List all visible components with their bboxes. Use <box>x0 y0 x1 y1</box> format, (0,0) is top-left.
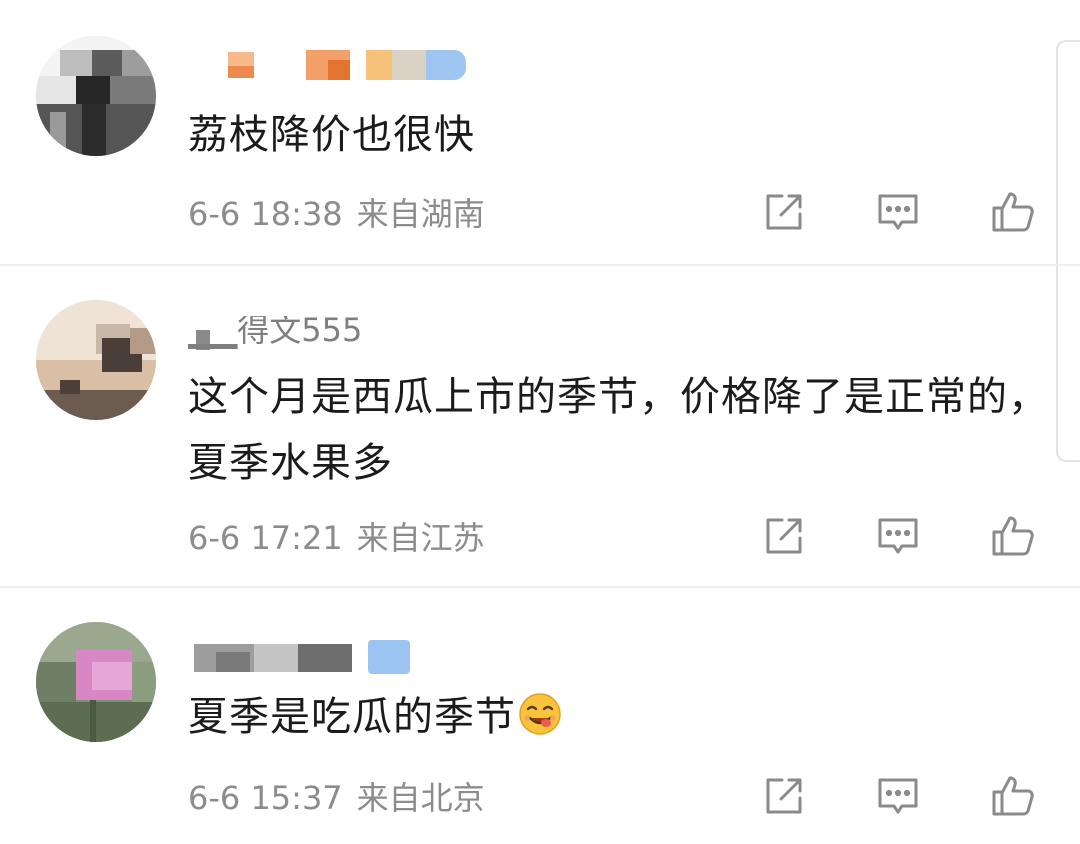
comment-time: 6-6 18:38 <box>188 195 343 233</box>
avatar[interactable] <box>36 300 156 420</box>
comment-actions <box>760 772 1050 822</box>
comment-location: 来自北京 <box>356 779 485 817</box>
avatar[interactable] <box>36 622 156 742</box>
comment-meta: 6-6 17:21 来自江苏 <box>188 518 485 558</box>
comment-time: 6-6 15:37 <box>188 779 343 817</box>
comment-icon[interactable] <box>874 772 922 820</box>
like-icon[interactable] <box>988 512 1036 560</box>
comment-location: 来自江苏 <box>356 519 485 557</box>
comment-item: ▁▁得文555 这个月是西瓜上市的季节，价格降了是正常的，夏季水果多 6-6 1… <box>0 266 1080 586</box>
like-icon[interactable] <box>988 188 1036 236</box>
comment-meta: 6-6 18:38 来自湖南 <box>188 194 485 234</box>
comment-text: 夏季是吃瓜的季节 <box>188 684 1058 750</box>
comment-meta: 6-6 15:37 来自北京 <box>188 778 485 818</box>
comment-icon[interactable] <box>874 512 922 560</box>
username-masked[interactable] <box>188 636 428 676</box>
like-icon[interactable] <box>988 772 1036 820</box>
comment-location: 来自湖南 <box>356 195 485 233</box>
username-masked[interactable] <box>188 46 478 86</box>
repost-icon[interactable] <box>760 772 808 820</box>
comment-text: 荔枝降价也很快 <box>188 112 475 158</box>
comment-text: 这个月是西瓜上市的季节，价格降了是正常的，夏季水果多 <box>188 374 1049 486</box>
comment-actions <box>760 512 1050 562</box>
avatar[interactable] <box>36 36 156 156</box>
comment-item: 荔枝降价也很快 6-6 18:38 来自湖南 <box>0 0 1080 264</box>
comment-icon[interactable] <box>874 188 922 236</box>
comment-text-content: 夏季是吃瓜的季节 <box>188 694 516 740</box>
yummy-face-emoji <box>518 690 562 735</box>
comment-actions <box>760 188 1050 238</box>
username-text: ▁▁得文555 <box>188 316 363 349</box>
repost-icon[interactable] <box>760 188 808 236</box>
comment-time: 6-6 17:21 <box>188 519 343 557</box>
comment-item: 夏季是吃瓜的季节 6-6 15:37 来自北京 <box>0 588 1080 844</box>
username-masked[interactable]: ▁▁得文555 <box>188 316 388 356</box>
repost-icon[interactable] <box>760 512 808 560</box>
